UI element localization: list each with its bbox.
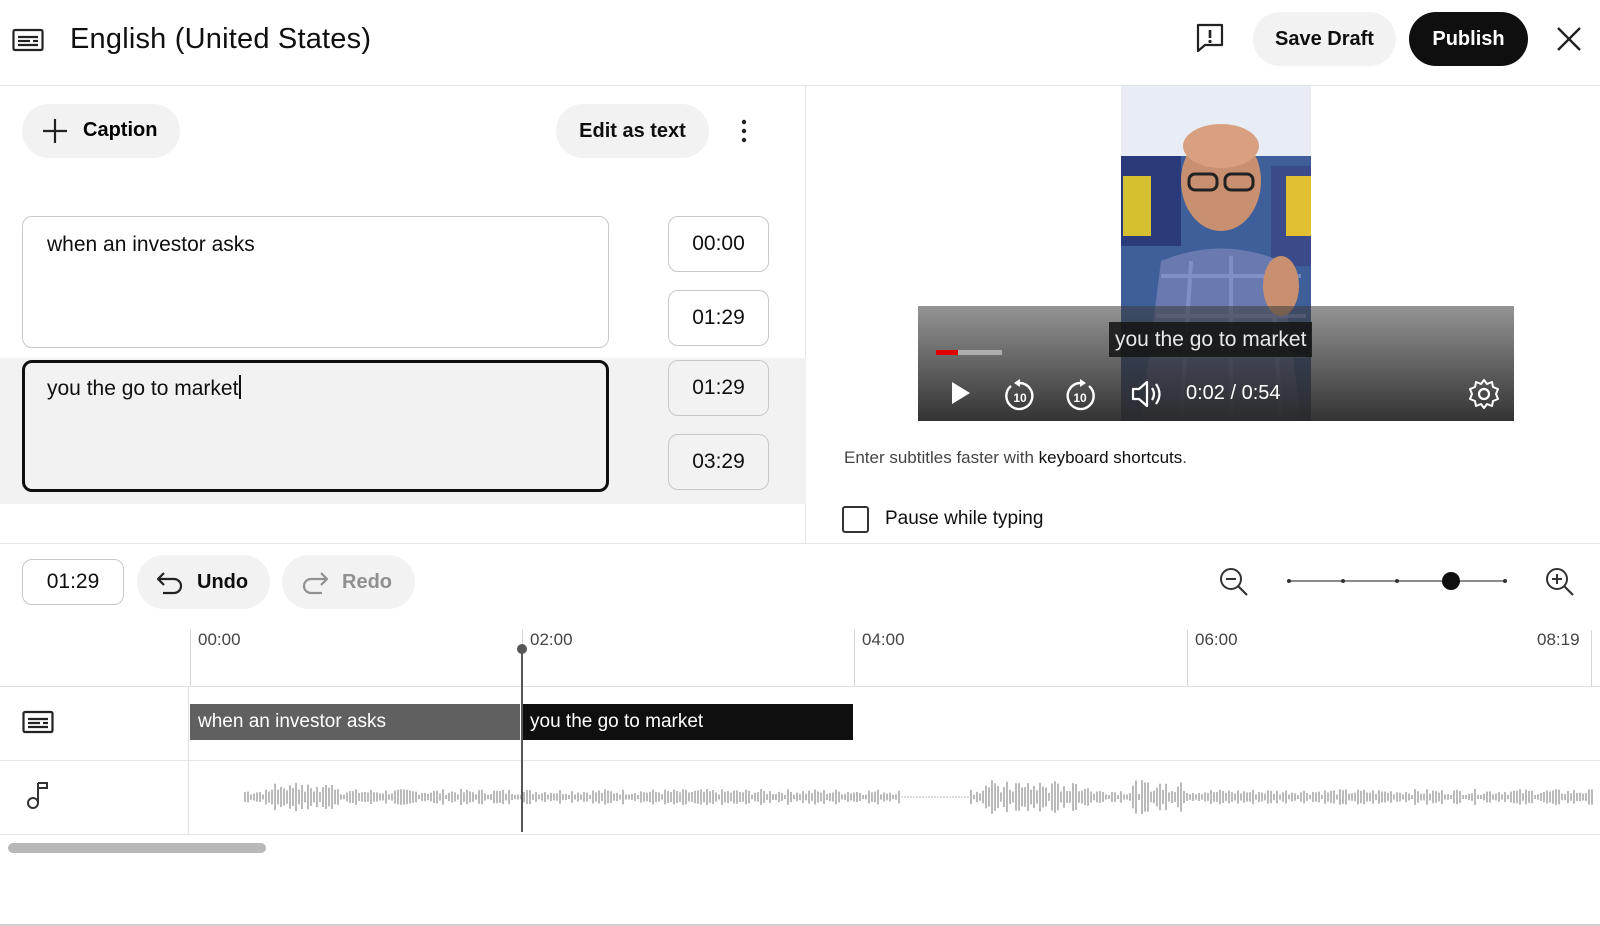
caption-text: when an investor asks [47, 233, 255, 256]
play-icon[interactable] [948, 378, 974, 408]
video-progress-fill [936, 350, 958, 355]
shortcut-hint: Enter subtitles faster with keyboard sho… [844, 448, 1187, 468]
ruler-tick [1591, 630, 1592, 686]
undo-icon [156, 572, 183, 595]
subtitles-track-icon [22, 710, 54, 734]
zoom-out-icon[interactable] [1218, 566, 1250, 598]
close-icon[interactable] [1554, 24, 1584, 54]
ruler-baseline [0, 686, 1600, 687]
add-caption-button[interactable]: Caption [22, 104, 180, 158]
pause-while-typing-label: Pause while typing [885, 508, 1044, 529]
current-time-field[interactable]: 01:29 [22, 559, 124, 605]
subtitles-icon [12, 28, 44, 52]
caption-end-time[interactable]: 01:29 [668, 290, 769, 346]
ruler-label: 08:19 [1537, 630, 1580, 649]
caption-start-time[interactable]: 00:00 [668, 216, 769, 272]
redo-label: Redo [342, 571, 392, 593]
text-caret [239, 375, 242, 399]
rewind-10-icon[interactable]: 10 [1002, 378, 1038, 414]
ruler-label: 06:00 [1195, 630, 1238, 649]
timeline-caption-segment[interactable]: when an investor asks [190, 704, 520, 740]
more-vert-icon[interactable] [732, 116, 756, 146]
video-player[interactable]: you the go to market 10 10 0:02 / 0:54 [918, 86, 1514, 421]
redo-button[interactable]: Redo [282, 555, 415, 609]
caption-start-time[interactable]: 01:29 [668, 360, 769, 416]
divider [0, 543, 1600, 544]
caption-editor-panel: Caption Edit as text when an investor as… [0, 86, 806, 544]
ruler-tick [190, 630, 191, 686]
caption-row: when an investor asks 00:00 01:29 [0, 214, 806, 360]
svg-text:10: 10 [1073, 391, 1087, 405]
feedback-icon[interactable] [1196, 23, 1224, 53]
ruler-tick [854, 630, 855, 686]
svg-text:10: 10 [1013, 391, 1027, 405]
ruler-label: 02:00 [530, 630, 573, 649]
track-header-divider [188, 686, 189, 834]
track-divider [0, 834, 1600, 835]
keyboard-shortcuts-link[interactable]: keyboard shortcuts [1039, 448, 1183, 467]
publish-button[interactable]: Publish [1409, 12, 1528, 66]
timeline-scrollbar[interactable] [8, 843, 266, 853]
editor-header: English (United States) Save Draft Publi… [0, 0, 1600, 86]
plus-icon [43, 119, 67, 143]
volume-icon[interactable] [1130, 378, 1164, 410]
caption-text: you the go to market [47, 377, 239, 400]
hint-text: Enter subtitles faster with [844, 448, 1039, 467]
forward-10-icon[interactable]: 10 [1062, 378, 1098, 414]
hint-suffix: . [1182, 448, 1188, 467]
caption-text-field-active[interactable]: you the go to market [22, 360, 609, 492]
undo-button[interactable]: Undo [137, 555, 270, 609]
save-draft-button[interactable]: Save Draft [1253, 12, 1396, 66]
page-title: English (United States) [70, 23, 372, 55]
add-caption-label: Caption [83, 119, 158, 141]
pause-while-typing-checkbox[interactable] [842, 506, 869, 533]
ruler-label: 00:00 [198, 630, 241, 649]
zoom-slider[interactable] [1287, 569, 1507, 593]
audio-waveform [244, 780, 1593, 814]
timeline-caption-segment-active[interactable]: you the go to market [522, 704, 853, 740]
zoom-slider-knob[interactable] [1442, 572, 1460, 590]
video-time: 0:02 / 0:54 [1186, 382, 1281, 404]
redo-icon [302, 572, 329, 595]
caption-row-active: you the go to market 01:29 03:29 [0, 358, 806, 504]
video-subtitle: you the go to market [1109, 322, 1313, 357]
playhead[interactable] [521, 650, 523, 832]
caption-end-time[interactable]: 03:29 [668, 434, 769, 490]
video-progress-bar[interactable] [936, 350, 1002, 355]
ruler-tick [1187, 630, 1188, 686]
ruler-label: 04:00 [862, 630, 905, 649]
undo-label: Undo [197, 571, 249, 593]
edit-as-text-button[interactable]: Edit as text [556, 104, 709, 158]
track-divider [0, 760, 1600, 761]
zoom-in-icon[interactable] [1544, 566, 1576, 598]
playhead-handle[interactable] [517, 644, 527, 654]
caption-text-field[interactable]: when an investor asks [22, 216, 609, 348]
music-note-icon [27, 782, 48, 809]
settings-gear-icon[interactable] [1468, 378, 1500, 410]
